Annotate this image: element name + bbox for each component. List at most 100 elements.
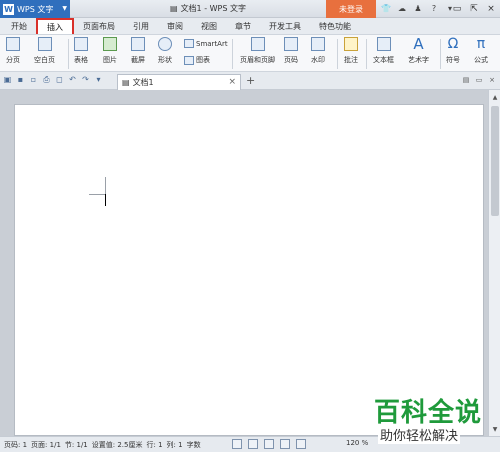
- document-tab[interactable]: ▤ 文档1 ×: [117, 74, 241, 90]
- page-number-icon: [284, 37, 298, 51]
- print-preview-icon[interactable]: ◻: [55, 75, 64, 84]
- comment-icon: [344, 37, 358, 51]
- view-full-icon[interactable]: [296, 439, 306, 449]
- tab-review[interactable]: 审阅: [158, 18, 192, 34]
- tab-special-features[interactable]: 特色功能: [310, 18, 360, 34]
- status-column: 列: 1: [166, 440, 183, 449]
- ribbon-separator: [440, 39, 441, 69]
- blank-page-label: 空白页: [34, 56, 55, 64]
- header-footer-button[interactable]: 页眉和页脚: [240, 37, 275, 65]
- picture-icon: [103, 37, 117, 51]
- window-title: ▤ 文档1 - WPS 文字: [170, 3, 246, 14]
- formula-label: 公式: [474, 56, 488, 64]
- window-title-text: 文档1 - WPS 文字: [180, 4, 246, 13]
- text-box-button[interactable]: 文本框: [373, 37, 394, 65]
- tab-sections[interactable]: 章节: [226, 18, 260, 34]
- shape-button[interactable]: 形状: [158, 37, 172, 65]
- text-cursor: [105, 194, 106, 206]
- tab-developer[interactable]: 开发工具: [260, 18, 310, 34]
- screenshot-button[interactable]: 截屏: [131, 37, 145, 65]
- screenshot-icon: [131, 37, 145, 51]
- symbol-label: 符号: [446, 56, 460, 64]
- status-setting: 设置值: 2.5厘米: [91, 440, 143, 449]
- table-button[interactable]: 表格: [74, 37, 88, 65]
- smartart-icon: [184, 39, 194, 48]
- feedback-icon[interactable]: ☁: [396, 2, 408, 15]
- watermark-icon: [311, 37, 325, 51]
- chart-icon: [184, 55, 194, 65]
- smartart-button[interactable]: SmartArt: [184, 39, 228, 48]
- table-icon: [74, 37, 88, 51]
- watermark-label: 水印: [311, 56, 325, 64]
- page-break-button[interactable]: 分页: [6, 37, 20, 65]
- skin-icon[interactable]: 👕: [380, 2, 392, 15]
- scroll-thumb[interactable]: [491, 106, 499, 216]
- quick-access-bar: ▣ ▪ ▫ ⎙ ◻ ↶ ↷ ▾ ▤ 文档1 × + ▤ ▭ ×: [0, 72, 500, 90]
- help-icon[interactable]: ?: [428, 2, 440, 15]
- menu-tabs: 开始 插入 页面布局 引用 审阅 视图 章节 开发工具 特色功能: [0, 18, 500, 34]
- app-menu-label: WPS 文字: [17, 4, 54, 14]
- text-box-label: 文本框: [373, 56, 394, 64]
- status-page-number: 页码: 1: [4, 440, 28, 449]
- save-as-icon[interactable]: ▫: [29, 75, 38, 84]
- app-menu-button[interactable]: W WPS 文字 ▼: [0, 0, 70, 18]
- close-tab-icon[interactable]: ×: [228, 77, 236, 87]
- save-icon[interactable]: ▪: [16, 75, 25, 84]
- close-doc-icon[interactable]: ×: [488, 75, 496, 84]
- status-section: 节: 1/1: [64, 440, 88, 449]
- comment-button[interactable]: 批注: [344, 37, 358, 65]
- customize-chevron-icon[interactable]: ▾: [94, 75, 103, 84]
- view-page-icon[interactable]: [232, 439, 242, 449]
- watermark-button[interactable]: 水印: [311, 37, 325, 65]
- document-page[interactable]: [14, 104, 484, 436]
- blank-page-icon: [37, 37, 52, 51]
- new-tab-icon[interactable]: +: [246, 74, 255, 87]
- user-icon[interactable]: ♟: [412, 2, 424, 15]
- undo-icon[interactable]: ↶: [68, 75, 77, 84]
- table-label: 表格: [74, 56, 88, 64]
- symbol-button[interactable]: Ω 符号: [446, 37, 460, 65]
- word-art-button[interactable]: A 艺术字: [408, 37, 429, 65]
- picture-button[interactable]: 图片: [103, 37, 117, 65]
- zoom-level: 120 %: [346, 439, 369, 447]
- restore-doc-icon[interactable]: ▭: [475, 75, 483, 84]
- status-row: 行: 1: [146, 440, 163, 449]
- brand-watermark: 百科全说 助你轻松解决: [368, 392, 498, 444]
- chart-button[interactable]: 图表: [184, 55, 210, 65]
- scroll-up-icon[interactable]: ▲: [490, 92, 500, 102]
- tab-references[interactable]: 引用: [124, 18, 158, 34]
- omega-icon: Ω: [447, 36, 459, 52]
- page-number-label: 页码: [284, 56, 298, 64]
- login-button[interactable]: 未登录: [326, 0, 376, 18]
- status-pages: 页面: 1/1: [31, 440, 61, 449]
- status-word-count[interactable]: 字数: [187, 440, 205, 450]
- vertical-scrollbar[interactable]: ▲ ▼: [488, 90, 500, 436]
- tab-view[interactable]: 视图: [192, 18, 226, 34]
- view-web-icon[interactable]: [264, 439, 274, 449]
- tab-list-icon[interactable]: ▤: [462, 75, 470, 84]
- zoom-control[interactable]: 120 %: [346, 439, 368, 447]
- blank-page-button[interactable]: 空白页: [34, 37, 55, 65]
- print-icon[interactable]: ⎙: [42, 75, 51, 84]
- close-icon[interactable]: ×: [484, 2, 498, 15]
- tab-page-layout[interactable]: 页面布局: [74, 18, 124, 34]
- restore-icon[interactable]: ⇱: [467, 2, 481, 15]
- open-icon[interactable]: ▣: [3, 75, 12, 84]
- word-art-icon: A: [413, 35, 424, 53]
- word-art-label: 艺术字: [408, 56, 429, 64]
- chevron-down-icon: ▼: [62, 5, 67, 12]
- view-outline-icon[interactable]: [248, 439, 258, 449]
- picture-label: 图片: [103, 56, 117, 64]
- redo-icon[interactable]: ↷: [81, 75, 90, 84]
- page-break-icon: [6, 37, 20, 51]
- formula-button[interactable]: π 公式: [474, 37, 488, 65]
- document-tab-label: 文档1: [132, 78, 154, 87]
- minimize-icon[interactable]: ▭: [450, 2, 464, 15]
- ribbon-separator: [232, 39, 233, 69]
- document-tab-icon: ▤: [122, 78, 130, 87]
- pi-icon: π: [476, 36, 486, 52]
- page-number-button[interactable]: 页码: [284, 37, 298, 65]
- tab-insert[interactable]: 插入: [36, 18, 74, 34]
- tab-home[interactable]: 开始: [2, 18, 36, 34]
- view-reading-icon[interactable]: [280, 439, 290, 449]
